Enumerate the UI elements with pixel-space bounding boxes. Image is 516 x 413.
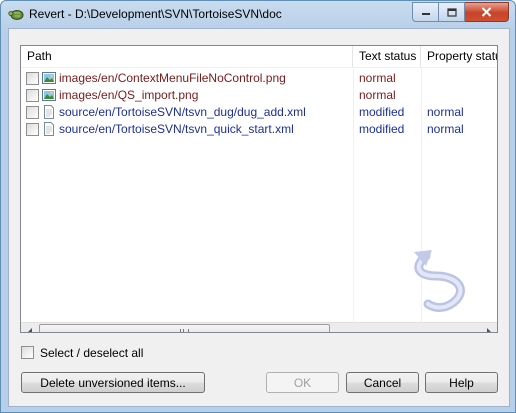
document-file-icon [44, 105, 54, 119]
row-text-status: normal [359, 71, 396, 85]
row-checkbox[interactable] [26, 123, 39, 136]
column-header-text-status[interactable]: Text status [353, 46, 421, 67]
row-path: images/en/ContextMenuFileNoControl.png [59, 71, 286, 85]
window-title: Revert - D:\Development\SVN\TortoiseSVN\… [29, 7, 282, 21]
ok-button[interactable]: OK [266, 372, 339, 393]
list-item[interactable]: images/en/ContextMenuFileNoControl.png n… [21, 70, 497, 87]
scrollbar-thumb[interactable] [39, 324, 330, 332]
row-text-status: modified [359, 105, 405, 119]
list-item[interactable]: images/en/QS_import.png normal [21, 87, 497, 104]
grip-icon [180, 328, 189, 332]
row-path: source/en/TortoiseSVN/tsvn_dug/dug_add.x… [59, 105, 306, 119]
minimize-icon [421, 13, 430, 15]
row-path: images/en/QS_import.png [59, 88, 199, 102]
row-checkbox[interactable] [26, 106, 39, 119]
revert-dialog-window: Revert - D:\Development\SVN\TortoiseSVN\… [0, 0, 516, 413]
maximize-icon [446, 7, 457, 17]
list-item[interactable]: source/en/TortoiseSVN/tsvn_dug/dug_add.x… [21, 104, 497, 121]
minimize-button[interactable] [412, 2, 439, 22]
select-all-label[interactable]: Select / deselect all [40, 346, 143, 360]
image-file-icon [42, 89, 56, 101]
scroll-right-button[interactable] [480, 323, 497, 332]
chevron-left-icon [27, 327, 32, 332]
row-text-status: normal [359, 88, 396, 102]
list-item[interactable]: source/en/TortoiseSVN/tsvn_quick_start.x… [21, 121, 497, 138]
maximize-button[interactable] [439, 2, 465, 22]
column-header-path[interactable]: Path [21, 46, 353, 67]
title-bar[interactable]: Revert - D:\Development\SVN\TortoiseSVN\… [1, 1, 515, 27]
file-list[interactable]: Path Text status Property statu images/e… [20, 45, 498, 333]
row-property-status: normal [427, 105, 464, 119]
row-text-status: modified [359, 122, 405, 136]
image-file-icon [42, 72, 56, 84]
revert-arrow-icon [414, 250, 465, 312]
row-checkbox[interactable] [26, 89, 39, 102]
list-header: Path Text status Property statu [21, 46, 497, 68]
help-button[interactable]: Help [425, 372, 498, 393]
close-icon [481, 7, 492, 17]
delete-unversioned-button[interactable]: Delete unversioned items... [21, 372, 205, 393]
cancel-button[interactable]: Cancel [346, 372, 419, 393]
close-button[interactable] [465, 2, 509, 22]
column-header-property-status[interactable]: Property statu [421, 46, 497, 67]
horizontal-scrollbar[interactable] [21, 322, 497, 332]
tortoisesvn-turtle-icon [8, 10, 24, 20]
header-divider [21, 67, 497, 68]
row-property-status: normal [427, 122, 464, 136]
scroll-left-button[interactable] [21, 323, 38, 332]
dialog-client-area: Path Text status Property statu images/e… [8, 28, 510, 407]
select-all-box[interactable] [21, 346, 34, 359]
chevron-right-icon [486, 327, 491, 332]
document-file-icon [44, 122, 54, 136]
row-path: source/en/TortoiseSVN/tsvn_quick_start.x… [59, 122, 294, 136]
row-checkbox[interactable] [26, 72, 39, 85]
window-controls [412, 2, 509, 22]
